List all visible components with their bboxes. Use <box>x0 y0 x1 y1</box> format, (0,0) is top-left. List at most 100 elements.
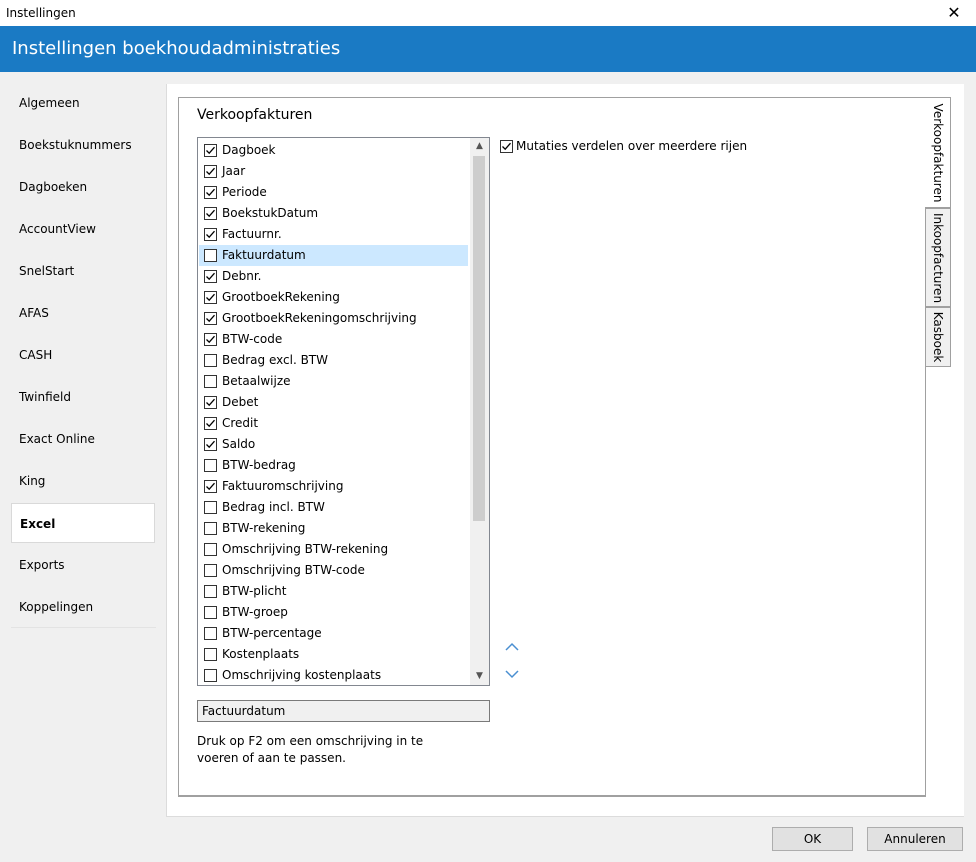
scroll-down-icon[interactable]: ▼ <box>470 668 489 685</box>
list-item-label: Saldo <box>222 437 256 451</box>
checkbox-unchecked[interactable] <box>204 648 217 661</box>
sidebar-item-afas[interactable]: AFAS <box>11 293 155 333</box>
list-item[interactable]: Betaalwijze <box>199 371 468 392</box>
move-down-icon[interactable] <box>504 667 520 681</box>
list-item-label: BoekstukDatum <box>222 206 319 220</box>
cancel-button[interactable]: Annuleren <box>867 827 963 851</box>
list-item[interactable]: Debnr. <box>199 266 468 287</box>
description-field[interactable]: Factuurdatum <box>197 700 490 722</box>
sidebar-item-exact-online[interactable]: Exact Online <box>11 419 155 459</box>
checkbox-unchecked[interactable] <box>204 564 217 577</box>
sidebar-item-cash[interactable]: CASH <box>11 335 155 375</box>
list-scrollbar[interactable]: ▲ ▼ <box>470 138 489 685</box>
tab-label: Verkoopfakturen <box>930 103 945 202</box>
sidebar-divider <box>11 627 156 628</box>
sidebar-item-dagboeken[interactable]: Dagboeken <box>11 167 155 207</box>
list-item-label: Jaar <box>222 164 246 178</box>
list-item-label: BTW-rekening <box>222 521 306 535</box>
list-item[interactable]: Kostenplaats <box>199 644 468 665</box>
checkbox-unchecked[interactable] <box>204 543 217 556</box>
list-item[interactable]: Faktuurdatum <box>199 245 468 266</box>
checkbox-unchecked[interactable] <box>204 459 217 472</box>
tab-label: Kasboek <box>931 311 945 363</box>
list-item[interactable]: Credit <box>199 413 468 434</box>
list-item-label: Omschrijving BTW-rekening <box>222 542 389 556</box>
list-item[interactable]: GrootboekRekeningomschrijving <box>199 308 468 329</box>
field-checklist[interactable]: Omschrijving kostenplaats Kostenplaats BTW… <box>197 137 490 686</box>
move-up-icon[interactable] <box>504 640 520 654</box>
checkbox-unchecked[interactable] <box>204 669 217 682</box>
checkbox-unchecked[interactable] <box>204 627 217 640</box>
checkbox-unchecked[interactable] <box>204 249 217 262</box>
list-item[interactable]: Bedrag incl. BTW <box>199 497 468 518</box>
list-item[interactable]: Omschrijving kostenplaats <box>199 665 468 685</box>
list-item-label: Kostenplaats <box>222 647 300 661</box>
list-item[interactable]: Omschrijving BTW-rekening <box>199 539 468 560</box>
checkbox-unchecked[interactable] <box>204 501 217 514</box>
list-item[interactable]: BTW-plicht <box>199 581 468 602</box>
sidebar-item-algemeen[interactable]: Algemeen <box>11 83 155 123</box>
checkbox-unchecked[interactable] <box>204 606 217 619</box>
list-item[interactable]: Omschrijving BTW-code <box>199 560 468 581</box>
list-item[interactable]: BTW-code <box>199 329 468 350</box>
list-item[interactable]: BTW-rekening <box>199 518 468 539</box>
sidebar-item-accountview[interactable]: AccountView <box>11 209 155 249</box>
checkbox-unchecked[interactable] <box>204 522 217 535</box>
sidebar-item-excel[interactable]: Excel <box>11 503 155 543</box>
checkbox-checked[interactable] <box>204 228 217 241</box>
sidebar-item-koppelingen[interactable]: Koppelingen <box>11 587 155 627</box>
checkbox-unchecked[interactable] <box>204 354 217 367</box>
list-item[interactable]: GrootboekRekening <box>199 287 468 308</box>
checkbox-checked[interactable] <box>204 438 217 451</box>
checkbox-checked[interactable] <box>204 165 217 178</box>
sidebar-item-exports[interactable]: Exports <box>11 545 155 585</box>
list-item[interactable]: Periode <box>199 182 468 203</box>
checkbox-checked[interactable] <box>204 270 217 283</box>
list-item[interactable]: BTW-bedrag <box>199 455 468 476</box>
section-title: Verkoopfakturen <box>197 107 313 123</box>
ok-button[interactable]: OK <box>772 827 853 851</box>
checkbox-checked[interactable] <box>204 333 217 346</box>
list-item[interactable]: BoekstukDatum <box>199 203 468 224</box>
list-item[interactable]: Faktuuromschrijving <box>199 476 468 497</box>
list-item[interactable]: Bedrag excl. BTW <box>199 350 468 371</box>
tab-verkoopfakturen[interactable]: Verkoopfakturen <box>925 97 951 208</box>
checkbox-checked[interactable] <box>204 207 217 220</box>
list-item[interactable]: Saldo <box>199 434 468 455</box>
scroll-thumb[interactable] <box>473 156 485 521</box>
window-title: Instellingen <box>6 6 76 20</box>
checkbox-checked[interactable] <box>204 312 217 325</box>
checkbox-checked[interactable] <box>204 417 217 430</box>
checkbox-unchecked[interactable] <box>204 375 217 388</box>
mutaties-checkbox[interactable] <box>500 140 513 153</box>
list-item[interactable]: Dagboek <box>199 140 468 161</box>
list-item-label: GrootboekRekeningomschrijving <box>222 311 417 325</box>
sidebar-item-king[interactable]: King <box>11 461 155 501</box>
checkbox-checked[interactable] <box>204 144 217 157</box>
checkbox-checked[interactable] <box>204 480 217 493</box>
scroll-up-icon[interactable]: ▲ <box>470 138 489 155</box>
sidebar-item-twinfield[interactable]: Twinfield <box>11 377 155 417</box>
close-icon[interactable]: ✕ <box>942 3 966 23</box>
list-item-label: Omschrijving kostenplaats <box>222 668 382 682</box>
tab-inkoopfacturen[interactable]: Inkoopfacturen <box>925 208 951 307</box>
list-item[interactable]: Debet <box>199 392 468 413</box>
list-item[interactable]: BTW-percentage <box>199 623 468 644</box>
list-item-label: BTW-percentage <box>222 626 322 640</box>
list-item[interactable]: BTW-groep <box>199 602 468 623</box>
list-item-label: BTW-groep <box>222 605 288 619</box>
list-item-label: BTW-bedrag <box>222 458 296 472</box>
sidebar-item-boekstuknummers[interactable]: Boekstuknummers <box>11 125 155 165</box>
checkbox-checked[interactable] <box>204 291 217 304</box>
sidebar: Algemeen Boekstuknummers Dagboeken AccountV… <box>0 72 166 817</box>
list-item[interactable]: Factuurnr. <box>199 224 468 245</box>
list-item-label: Faktuurdatum <box>222 248 306 262</box>
list-item-label: BTW-code <box>222 332 283 346</box>
list-item[interactable]: Jaar <box>199 161 468 182</box>
checkbox-checked[interactable] <box>204 396 217 409</box>
sidebar-item-snelstart[interactable]: SnelStart <box>11 251 155 291</box>
list-item-label: Dagboek <box>222 143 276 157</box>
checkbox-checked[interactable] <box>204 186 217 199</box>
tab-kasboek[interactable]: Kasboek <box>925 307 951 367</box>
checkbox-unchecked[interactable] <box>204 585 217 598</box>
